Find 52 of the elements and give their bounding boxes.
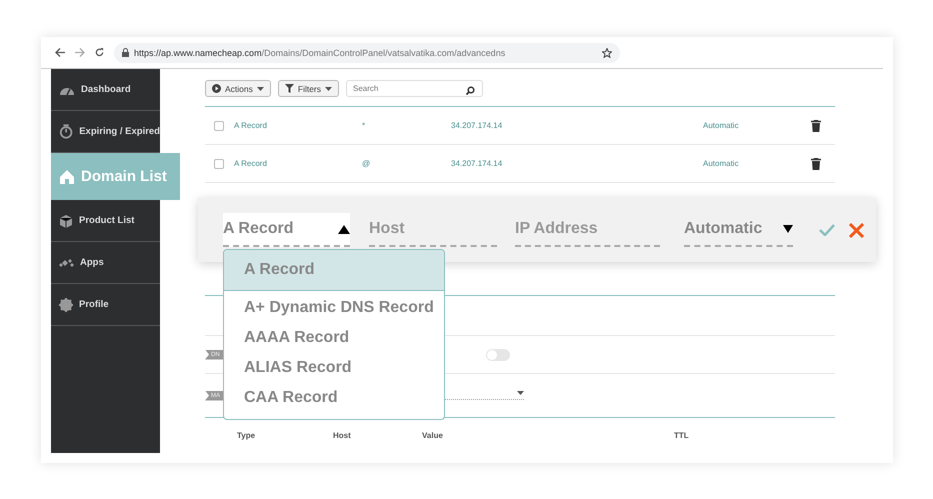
caret-icon [325, 86, 332, 90]
sidebar-item[interactable]: Product List [51, 200, 160, 242]
box-icon [59, 214, 73, 228]
host-cell-text: @ [362, 159, 372, 168]
sidebar-item[interactable]: Dashboard [51, 69, 160, 111]
column-header: TTL [674, 431, 690, 440]
dropdown-option[interactable]: ALIAS Record [224, 353, 444, 383]
column-header: Value [422, 431, 444, 440]
type-cell-text: A Record [234, 159, 268, 168]
funnel-icon [284, 84, 294, 93]
caret-icon [256, 86, 264, 90]
ttl-cell-text: Automatic [703, 121, 740, 130]
triangle-up-icon [338, 224, 350, 234]
host-cell-text: * [362, 121, 366, 130]
check-icon[interactable] [819, 224, 835, 236]
type-cell-text: A Record [234, 121, 268, 130]
trash-icon[interactable] [811, 120, 821, 132]
sidebar-item[interactable]: Profile [51, 284, 160, 326]
filters-button[interactable]: Filters [278, 80, 340, 97]
dropdown-option[interactable]: A+ Dynamic DNS Record [224, 293, 444, 323]
home-icon [59, 168, 75, 184]
search-icon[interactable] [466, 86, 476, 95]
reload-icon[interactable] [95, 48, 104, 57]
back-arrow-icon[interactable] [55, 48, 65, 57]
dropdown-option[interactable]: CAA Record [224, 383, 444, 413]
column-header: Host [333, 431, 352, 440]
lock-icon [122, 48, 129, 57]
toggle-switch[interactable] [486, 348, 510, 360]
address-bar[interactable]: https://ap.www.namecheap.com/Domains/DomainControlPanel/vatsalvatika.com/advancedns [114, 42, 620, 62]
sidebar-item[interactable]: Apps [51, 242, 160, 284]
star-icon[interactable] [602, 48, 612, 58]
host-field[interactable]: Host [369, 213, 497, 247]
ip-address-field[interactable]: IP Address [515, 213, 660, 247]
value-cell-text: 34.207.174.14 [451, 159, 504, 168]
type-select[interactable]: A Record [223, 213, 350, 247]
row-checkbox[interactable] [214, 158, 224, 168]
column-header: Type [236, 431, 256, 440]
ttl-cell-text: Automatic [703, 159, 740, 168]
timer-icon [59, 124, 74, 139]
dropdown-option[interactable]: AAAA Record [224, 323, 444, 353]
value-cell-text: 34.207.174.14 [451, 121, 504, 130]
trash-icon[interactable] [811, 158, 821, 170]
triangle-down-icon [783, 225, 793, 233]
row-checkbox[interactable] [214, 120, 224, 130]
play-icon [212, 84, 221, 93]
diamonds-icon [59, 258, 74, 268]
caret-icon [517, 391, 524, 395]
gear-icon [59, 298, 73, 312]
search-field[interactable]: Search [346, 80, 484, 97]
close-icon[interactable] [849, 222, 864, 238]
actions-button[interactable]: Actions [205, 80, 271, 97]
forward-arrow-icon[interactable] [75, 48, 85, 57]
